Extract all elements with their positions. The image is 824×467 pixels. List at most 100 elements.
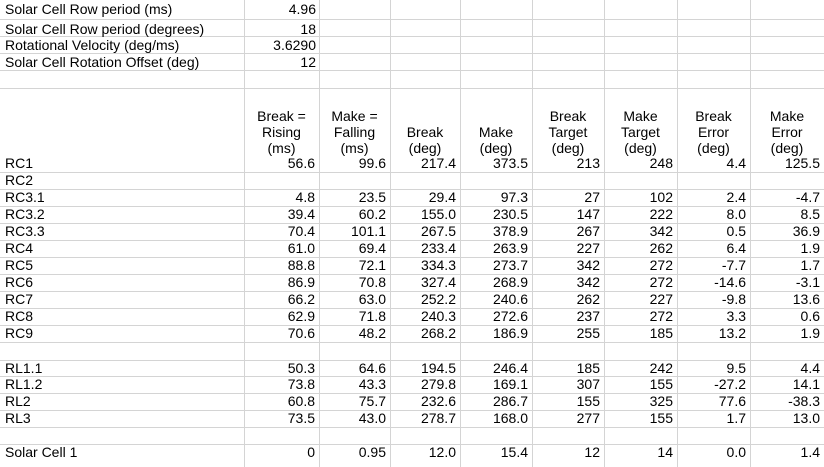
table-cell[interactable]: 39.4	[244, 206, 315, 223]
table-cell[interactable]: 268.9	[460, 274, 528, 291]
table-cell[interactable]	[319, 342, 386, 359]
table-cell[interactable]: 4.4	[677, 155, 746, 172]
table-cell[interactable]: 86.9	[244, 274, 315, 291]
table-cell[interactable]	[390, 427, 456, 444]
table-cell[interactable]	[244, 342, 315, 359]
table-cell[interactable]	[604, 172, 673, 189]
table-cell[interactable]: 125.5	[750, 155, 820, 172]
table-cell[interactable]	[532, 342, 600, 359]
table-cell[interactable]	[750, 342, 820, 359]
table-cell[interactable]: 155	[604, 410, 673, 427]
table-cell[interactable]: 0	[244, 444, 315, 461]
table-cell[interactable]: 230.5	[460, 206, 528, 223]
table-cell[interactable]: 1.7	[677, 410, 746, 427]
table-cell[interactable]	[244, 427, 315, 444]
table-cell[interactable]: 277	[532, 410, 600, 427]
table-cell[interactable]: 61.0	[244, 240, 315, 257]
table-cell[interactable]	[677, 427, 746, 444]
table-cell[interactable]	[319, 172, 386, 189]
table-cell[interactable]: 0.5	[677, 223, 746, 240]
table-cell[interactable]: 77.6	[677, 393, 746, 410]
table-cell[interactable]: 248	[604, 155, 673, 172]
table-cell[interactable]: 71.8	[319, 308, 386, 325]
table-cell[interactable]: 342	[604, 223, 673, 240]
table-cell[interactable]: 0.0	[677, 444, 746, 461]
table-cell[interactable]: 268.2	[390, 325, 456, 342]
table-cell[interactable]: 246.4	[460, 360, 528, 377]
table-cell[interactable]: 272	[604, 274, 673, 291]
table-cell[interactable]: 101.1	[319, 223, 386, 240]
table-cell[interactable]: 262	[604, 240, 673, 257]
table-cell[interactable]: 1.4	[750, 444, 820, 461]
table-cell[interactable]: 102	[604, 189, 673, 206]
table-cell[interactable]: 13.2	[677, 325, 746, 342]
table-cell[interactable]: 240.6	[460, 291, 528, 308]
table-cell[interactable]: 222	[604, 206, 673, 223]
table-cell[interactable]: 186.9	[460, 325, 528, 342]
table-cell[interactable]	[750, 427, 820, 444]
table-cell[interactable]: 12.0	[390, 444, 456, 461]
table-cell[interactable]: -7.7	[677, 257, 746, 274]
table-cell[interactable]: 213	[532, 155, 600, 172]
table-cell[interactable]	[460, 342, 528, 359]
table-cell[interactable]: 70.6	[244, 325, 315, 342]
table-cell[interactable]: 62.9	[244, 308, 315, 325]
table-cell[interactable]: 267	[532, 223, 600, 240]
table-cell[interactable]	[677, 172, 746, 189]
table-cell[interactable]: 0.95	[319, 444, 386, 461]
table-cell[interactable]: 88.8	[244, 257, 315, 274]
table-cell[interactable]: 12	[532, 444, 600, 461]
table-cell[interactable]: 69.4	[319, 240, 386, 257]
table-cell[interactable]: 13.6	[750, 291, 820, 308]
table-cell[interactable]: 70.4	[244, 223, 315, 240]
table-cell[interactable]: 64.6	[319, 360, 386, 377]
table-cell[interactable]: 72.1	[319, 257, 386, 274]
table-cell[interactable]: 4.4	[750, 360, 820, 377]
table-cell[interactable]: 29.4	[390, 189, 456, 206]
table-cell[interactable]: 6.4	[677, 240, 746, 257]
table-cell[interactable]: 168.0	[460, 410, 528, 427]
table-cell[interactable]: 50.3	[244, 360, 315, 377]
table-cell[interactable]	[319, 427, 386, 444]
table-cell[interactable]: 75.7	[319, 393, 386, 410]
table-cell[interactable]: -3.1	[750, 274, 820, 291]
table-cell[interactable]: 232.6	[390, 393, 456, 410]
param-value[interactable]: 3.6290	[244, 37, 316, 54]
table-cell[interactable]: 278.7	[390, 410, 456, 427]
table-cell[interactable]: 0.6	[750, 308, 820, 325]
table-cell[interactable]: 73.5	[244, 410, 315, 427]
table-cell[interactable]: 263.9	[460, 240, 528, 257]
param-value[interactable]: 12	[244, 54, 316, 71]
table-cell[interactable]: 286.7	[460, 393, 528, 410]
table-cell[interactable]	[677, 342, 746, 359]
table-cell[interactable]: 272	[604, 257, 673, 274]
param-value[interactable]: 18	[244, 21, 316, 38]
table-cell[interactable]: 14.1	[750, 376, 820, 393]
table-cell[interactable]	[532, 172, 600, 189]
table-cell[interactable]: 43.3	[319, 376, 386, 393]
table-cell[interactable]: 373.5	[460, 155, 528, 172]
table-cell[interactable]: 63.0	[319, 291, 386, 308]
table-cell[interactable]: 273.7	[460, 257, 528, 274]
table-cell[interactable]: 66.2	[244, 291, 315, 308]
table-cell[interactable]: 99.6	[319, 155, 386, 172]
table-cell[interactable]: 3.3	[677, 308, 746, 325]
table-cell[interactable]: 36.9	[750, 223, 820, 240]
table-cell[interactable]: 262	[532, 291, 600, 308]
table-cell[interactable]: 227	[532, 240, 600, 257]
table-cell[interactable]: 242	[604, 360, 673, 377]
table-cell[interactable]: 1.9	[750, 325, 820, 342]
table-cell[interactable]: 14	[604, 444, 673, 461]
table-cell[interactable]	[604, 427, 673, 444]
table-cell[interactable]: 272	[604, 308, 673, 325]
table-cell[interactable]: 233.4	[390, 240, 456, 257]
table-cell[interactable]: 9.5	[677, 360, 746, 377]
table-cell[interactable]: 334.3	[390, 257, 456, 274]
table-cell[interactable]: 70.8	[319, 274, 386, 291]
table-cell[interactable]: 8.5	[750, 206, 820, 223]
table-cell[interactable]	[460, 172, 528, 189]
table-cell[interactable]: 325	[604, 393, 673, 410]
table-cell[interactable]: 217.4	[390, 155, 456, 172]
table-cell[interactable]: 23.5	[319, 189, 386, 206]
table-cell[interactable]	[244, 172, 315, 189]
